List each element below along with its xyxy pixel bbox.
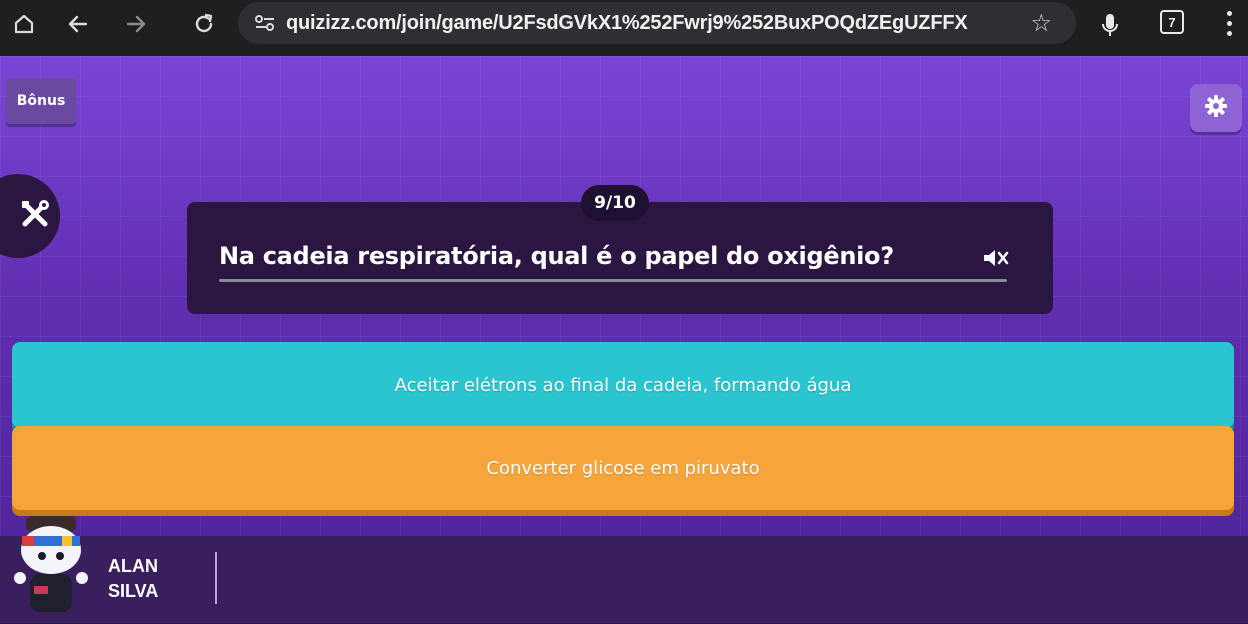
powerups-button[interactable] bbox=[0, 174, 60, 258]
divider bbox=[215, 552, 217, 604]
question-text: Na cadeia respiratória, qual é o papel d… bbox=[219, 242, 894, 270]
browser-toolbar: quizizz.com/join/game/U2FsdGVkX1%252Fwrj… bbox=[0, 0, 1248, 56]
quiz-game-area: Bônus Na cadeia respiratória, qual é o p… bbox=[0, 56, 1248, 623]
answer-option-label: Aceitar elétrons ao final da cadeia, for… bbox=[394, 374, 852, 396]
player-bar: ALAN SILVA bbox=[0, 516, 1248, 623]
address-bar[interactable]: quizizz.com/join/game/U2FsdGVkX1%252Fwrj… bbox=[238, 2, 1076, 44]
bonus-button[interactable]: Bônus bbox=[6, 78, 76, 124]
reload-icon[interactable] bbox=[186, 6, 222, 42]
microphone-icon[interactable] bbox=[1092, 8, 1128, 44]
answer-option-2[interactable]: Converter glicose em piruvato bbox=[12, 426, 1234, 510]
forward-arrow-icon[interactable] bbox=[118, 6, 154, 42]
tab-count-button[interactable]: 7 bbox=[1160, 10, 1184, 34]
question-counter: 9/10 bbox=[581, 185, 649, 221]
site-info-icon[interactable] bbox=[252, 10, 278, 36]
answer-option-label: Converter glicose em piruvato bbox=[486, 457, 760, 479]
home-icon[interactable] bbox=[6, 6, 42, 42]
kebab-menu-icon[interactable] bbox=[1224, 8, 1234, 38]
settings-button[interactable] bbox=[1190, 84, 1242, 132]
url-text[interactable]: quizizz.com/join/game/U2FsdGVkX1%252Fwrj… bbox=[286, 12, 968, 35]
answer-option-1[interactable]: Aceitar elétrons ao final da cadeia, for… bbox=[12, 342, 1234, 428]
back-arrow-icon[interactable] bbox=[60, 6, 96, 42]
muted-speaker-icon[interactable] bbox=[979, 244, 1013, 272]
player-first-name: ALAN bbox=[108, 556, 158, 576]
player-name: ALAN SILVA bbox=[108, 554, 158, 604]
tools-icon bbox=[20, 199, 50, 233]
star-icon[interactable]: ☆ bbox=[1030, 9, 1052, 37]
gear-icon bbox=[1203, 93, 1229, 123]
avatar bbox=[12, 516, 90, 620]
question-underline bbox=[219, 279, 1007, 282]
player-last-name: SILVA bbox=[108, 581, 159, 601]
